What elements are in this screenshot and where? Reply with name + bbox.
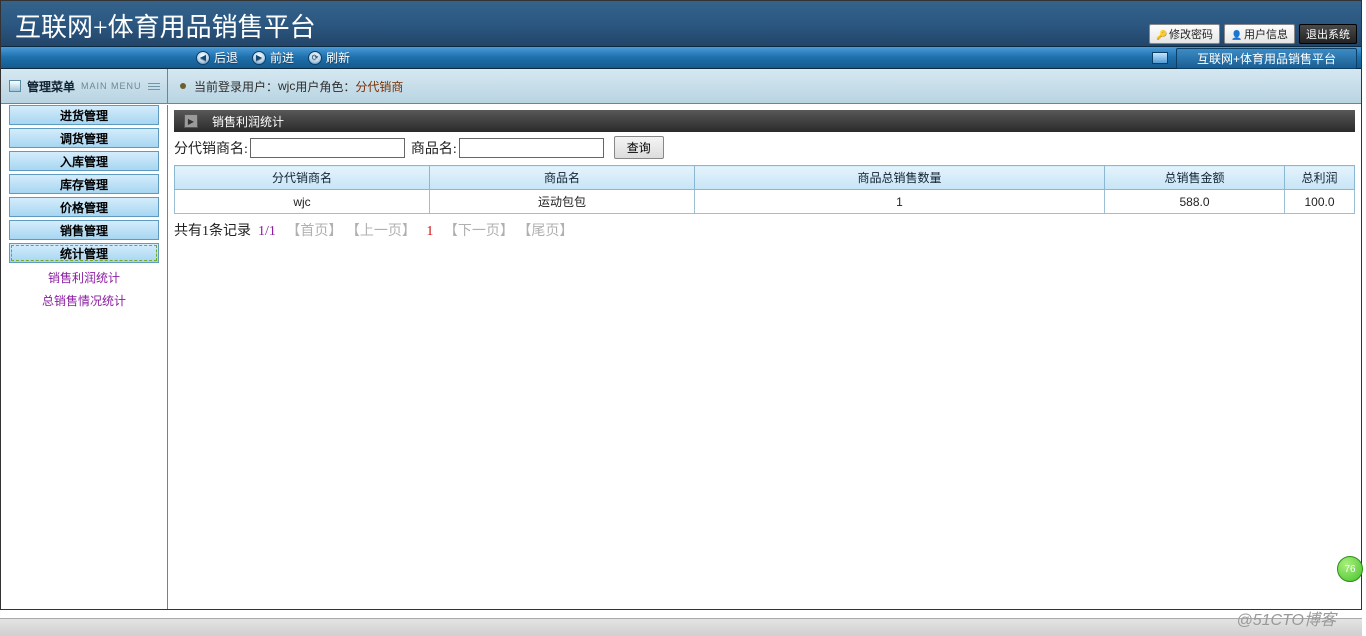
main-panel: ▶ 销售利润统计 分代销商名: 商品名: 查询 分代销商名 商品名 商品总销售数…: [168, 105, 1361, 609]
th-profit: 总利润: [1285, 166, 1355, 190]
change-password-label: 修改密码: [1169, 26, 1213, 42]
role-prefix: 用户角色：: [295, 78, 355, 95]
pager-next[interactable]: 【下一页】: [444, 224, 514, 239]
panel-title-text: 销售利润统计: [212, 113, 284, 130]
results-table: 分代销商名 商品名 商品总销售数量 总销售金额 总利润 wjc 运动包包 1 5…: [174, 165, 1355, 214]
dealer-label: 分代销商名:: [174, 138, 248, 158]
monitor-icon: [1152, 52, 1168, 64]
user-info-button[interactable]: 用户信息: [1224, 24, 1295, 44]
sidebar: 进货管理 调货管理 入库管理 库存管理 价格管理 销售管理 统计管理 销售利润统…: [1, 105, 168, 609]
sidebar-sub-profit-stats[interactable]: 销售利润统计: [1, 266, 167, 289]
bullet-icon: [180, 83, 186, 89]
header-toolbar: 修改密码 用户信息 退出系统: [1149, 1, 1361, 46]
nav-forward[interactable]: ▶ 前进: [252, 49, 294, 66]
cell-amount: 588.0: [1105, 190, 1285, 214]
nav-back[interactable]: ◀ 后退: [196, 49, 238, 66]
product-input[interactable]: [459, 138, 604, 158]
sidebar-item-purchase[interactable]: 进货管理: [9, 105, 159, 125]
sidebar-item-stats[interactable]: 统计管理: [9, 243, 159, 263]
table-row: wjc 运动包包 1 588.0 100.0: [175, 190, 1355, 214]
cell-qty: 1: [695, 190, 1105, 214]
search-row: 分代销商名: 商品名: 查询: [174, 132, 1355, 165]
arrow-right-icon: ▶: [252, 51, 266, 65]
menu-icon: [9, 80, 21, 92]
nav-refresh-label: 刷新: [326, 49, 350, 66]
watermark: @51CTO博客: [1236, 606, 1336, 630]
status-bar: [0, 618, 1362, 636]
login-user: wjc: [278, 79, 295, 93]
sidebar-item-stock[interactable]: 库存管理: [9, 174, 159, 194]
dealer-input[interactable]: [250, 138, 405, 158]
user-icon: [1231, 29, 1241, 39]
sidebar-item-price[interactable]: 价格管理: [9, 197, 159, 217]
cell-product: 运动包包: [430, 190, 695, 214]
sidebar-item-transfer[interactable]: 调货管理: [9, 128, 159, 148]
change-password-button[interactable]: 修改密码: [1149, 24, 1220, 44]
sidebar-header: 管理菜单 MAIN MENU: [1, 69, 168, 103]
th-product: 商品名: [430, 166, 695, 190]
arrow-left-icon: ◀: [196, 51, 210, 65]
cell-dealer: wjc: [175, 190, 430, 214]
sidebar-header-sub: MAIN MENU: [81, 81, 142, 91]
role-value: 分代销商: [355, 78, 403, 95]
sidebar-sub-total-sales[interactable]: 总销售情况统计: [1, 289, 167, 312]
th-qty: 商品总销售数量: [695, 166, 1105, 190]
user-info-label: 用户信息: [1244, 26, 1288, 42]
menu-lines-icon: [148, 81, 160, 92]
th-dealer: 分代销商名: [175, 166, 430, 190]
key-icon: [1156, 29, 1166, 39]
login-info: 当前登录用户： wjc 用户角色： 分代销商: [168, 69, 1361, 103]
logout-button[interactable]: 退出系统: [1299, 24, 1357, 44]
floating-badge[interactable]: 76: [1337, 556, 1363, 582]
pager-prev[interactable]: 【上一页】: [346, 224, 416, 239]
app-title: 互联网+体育用品销售平台: [1, 1, 330, 46]
query-button[interactable]: 查询: [614, 136, 664, 159]
pager-pos: 1/1: [258, 224, 276, 239]
product-label: 商品名:: [411, 138, 457, 158]
sidebar-item-inbound[interactable]: 入库管理: [9, 151, 159, 171]
nav-refresh[interactable]: ⟳ 刷新: [308, 49, 350, 66]
play-icon: ▶: [184, 114, 198, 128]
sidebar-item-sales[interactable]: 销售管理: [9, 220, 159, 240]
pager-total: 共有1条记录: [174, 224, 251, 239]
pager: 共有1条记录 1/1 【首页】 【上一页】 1 【下一页】 【尾页】: [174, 214, 1355, 246]
th-amount: 总销售金额: [1105, 166, 1285, 190]
nav-forward-label: 前进: [270, 49, 294, 66]
pager-current: 1: [426, 224, 433, 239]
sidebar-header-label: 管理菜单: [27, 78, 75, 95]
cell-profit: 100.0: [1285, 190, 1355, 214]
nav-breadcrumb-tab[interactable]: 互联网+体育用品销售平台: [1176, 48, 1357, 69]
login-prefix: 当前登录用户：: [194, 78, 278, 95]
logout-label: 退出系统: [1306, 26, 1350, 42]
panel-title-bar: ▶ 销售利润统计: [174, 110, 1355, 132]
refresh-icon: ⟳: [308, 51, 322, 65]
nav-back-label: 后退: [214, 49, 238, 66]
pager-first[interactable]: 【首页】: [286, 224, 342, 239]
pager-last[interactable]: 【尾页】: [517, 224, 573, 239]
